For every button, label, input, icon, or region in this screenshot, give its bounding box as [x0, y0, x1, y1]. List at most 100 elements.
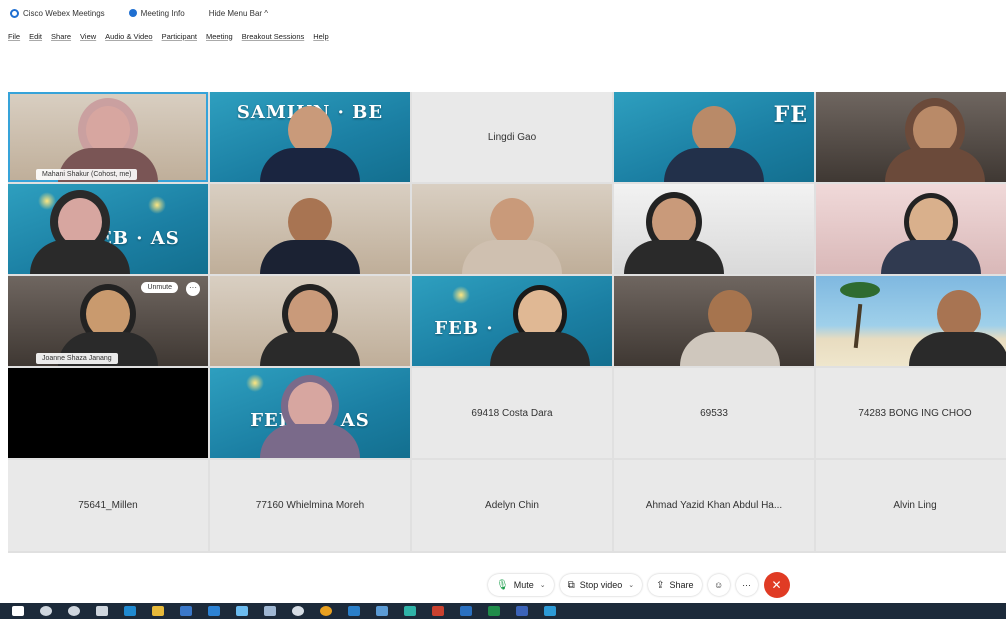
participant-tile[interactable]: 75641_Millen	[8, 460, 208, 551]
webex-taskbar-icon[interactable]	[544, 606, 556, 616]
camera-icon: ⧉	[567, 579, 575, 591]
menu-participant[interactable]: Participant	[162, 32, 197, 41]
stop-video-label: Stop video	[579, 580, 623, 590]
participant-name: 69533	[700, 407, 728, 419]
participant-tile[interactable]: 69418 Costa Dara	[412, 368, 612, 458]
participant-video	[624, 198, 724, 274]
participant-tile[interactable]	[614, 276, 814, 366]
menu-breakout-sessions[interactable]: Breakout Sessions	[242, 32, 305, 41]
app-icon[interactable]	[432, 606, 444, 616]
menu-share[interactable]: Share	[51, 32, 71, 41]
app-icon[interactable]	[236, 606, 248, 616]
participant-video	[680, 290, 780, 366]
mute-button[interactable]: 🎙 Mute ⌄	[488, 574, 554, 596]
app-icon[interactable]	[404, 606, 416, 616]
menu-file[interactable]: File	[8, 32, 20, 41]
cortana-icon[interactable]	[68, 606, 80, 616]
decoration	[452, 286, 470, 304]
app-icon[interactable]	[264, 606, 276, 616]
palm-tree	[853, 303, 863, 349]
unmute-button[interactable]: Unmute	[141, 282, 178, 293]
participant-tile[interactable]: 74283 BONG ING CHOO	[816, 368, 1006, 458]
participant-name-label: Joanne Shaza Janang	[36, 353, 118, 364]
app-menu[interactable]: Cisco Webex Meetings	[10, 8, 105, 18]
decoration	[148, 196, 166, 214]
participant-tile[interactable]: Unmute ··· Joanne Shaza Janang	[8, 276, 208, 366]
menu-meeting[interactable]: Meeting	[206, 32, 233, 41]
mute-label: Mute	[513, 580, 534, 590]
hide-menu-label: Hide Menu Bar ^	[208, 8, 269, 18]
more-icon: ···	[742, 580, 752, 590]
participant-tile[interactable]	[614, 184, 814, 274]
participant-video	[260, 290, 360, 366]
participant-tile[interactable]: Ahmad Yazid Khan Abdul Ha...	[614, 460, 814, 551]
participant-tile[interactable]: FE	[614, 92, 814, 182]
app-icon[interactable]	[376, 606, 388, 616]
participant-tile[interactable]	[412, 184, 612, 274]
share-button[interactable]: ⇪ Share	[648, 574, 702, 596]
participant-tile[interactable]	[8, 368, 208, 458]
menu-edit[interactable]: Edit	[29, 32, 42, 41]
title-bar: Cisco Webex Meetings Meeting Info Hide M…	[0, 0, 1006, 26]
participant-name: Lingdi Gao	[487, 131, 537, 143]
participant-name: 74283 BONG ING CHOO	[858, 407, 972, 419]
task-view-icon[interactable]	[96, 606, 108, 616]
participant-name: 75641_Millen	[78, 500, 138, 511]
chrome-icon[interactable]	[320, 606, 332, 616]
participant-tile[interactable]	[210, 276, 410, 366]
participant-tile[interactable]	[816, 276, 1006, 366]
app-icon[interactable]	[292, 606, 304, 616]
participant-tile[interactable]: FEB ·	[412, 276, 612, 366]
chevron-down-icon[interactable]: ⌄	[628, 581, 634, 589]
participant-video	[880, 198, 981, 274]
edge-icon[interactable]	[124, 606, 136, 616]
participant-tile[interactable]	[816, 184, 1006, 274]
more-options-button[interactable]: ···	[735, 574, 758, 596]
windows-taskbar	[0, 603, 1006, 619]
info-icon	[128, 9, 137, 17]
participant-name: Alvin Ling	[893, 500, 937, 511]
smiley-icon: ☺	[713, 580, 724, 590]
end-meeting-button[interactable]: ✕	[763, 572, 790, 598]
chevron-down-icon[interactable]: ⌄	[540, 581, 546, 589]
participant-tile[interactable]	[210, 184, 410, 274]
participant-name: 77160 Whielmina Moreh	[255, 500, 365, 511]
participant-tile[interactable]: FEB · U AS	[210, 368, 410, 458]
participant-tile[interactable]: Mahani Shakur (Cohost, me)	[8, 92, 208, 182]
search-icon[interactable]	[40, 606, 52, 616]
store-icon[interactable]	[180, 606, 192, 616]
menu-help[interactable]: Help	[313, 32, 328, 41]
palm-leaves	[840, 282, 880, 298]
file-explorer-icon[interactable]	[152, 606, 164, 616]
participant-tile[interactable]: 69533	[614, 368, 814, 458]
menu-view[interactable]: View	[80, 32, 96, 41]
menu-audio-video[interactable]: Audio & Video	[105, 32, 152, 41]
participant-tile[interactable]: SAMIUN · BE	[210, 92, 410, 182]
more-options-icon[interactable]: ···	[186, 282, 200, 296]
participant-name-label: Mahani Shakur (Cohost, me)	[36, 169, 138, 180]
participant-video	[30, 198, 130, 274]
hide-menu-bar-button[interactable]: Hide Menu Bar ^	[209, 9, 268, 18]
word-icon[interactable]	[460, 606, 472, 616]
meeting-info-button[interactable]: Meeting Info	[128, 9, 185, 18]
reactions-button[interactable]: ☺	[707, 574, 730, 596]
participant-tile[interactable]: Alvin Ling	[816, 460, 1006, 551]
meeting-controls: 🎙 Mute ⌄ ⧉ Stop video ⌄ ⇪ Share ☺ ··· ✕	[488, 572, 796, 598]
participant-name: Adelyn Chin	[485, 500, 539, 511]
share-label: Share	[669, 580, 694, 590]
app-icon[interactable]	[348, 606, 360, 616]
stop-video-button[interactable]: ⧉ Stop video ⌄	[559, 574, 643, 596]
share-icon: ⇪	[656, 579, 665, 591]
mail-icon[interactable]	[208, 606, 220, 616]
participant-tile[interactable]: 77160 Whielmina Moreh	[210, 460, 410, 551]
windows-start-icon[interactable]	[12, 606, 24, 616]
participant-tile[interactable]: Adelyn Chin	[412, 460, 612, 551]
participant-video	[908, 290, 1006, 366]
app-icon[interactable]	[516, 606, 528, 616]
participant-tile[interactable]	[816, 92, 1006, 182]
participant-video	[260, 106, 360, 182]
participant-tile[interactable]: FEB · AS	[8, 184, 208, 274]
excel-icon[interactable]	[488, 606, 500, 616]
participant-video	[260, 198, 360, 274]
participant-tile[interactable]: Lingdi Gao	[412, 92, 612, 182]
